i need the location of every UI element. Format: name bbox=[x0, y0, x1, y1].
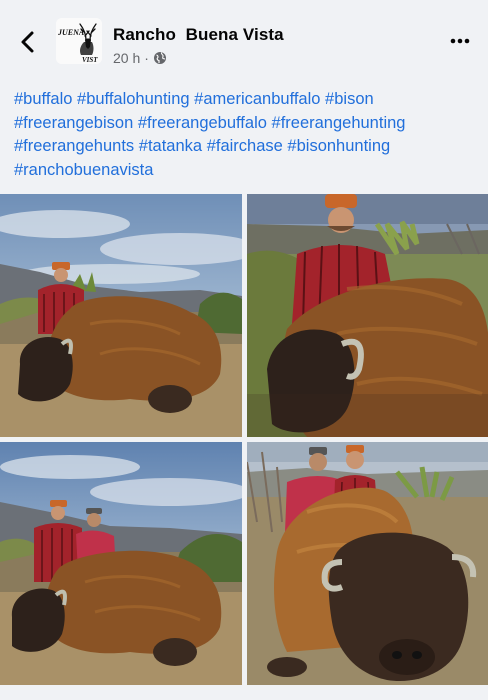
hashtag[interactable]: #ranchobuenavista bbox=[14, 161, 153, 179]
back-button[interactable] bbox=[18, 30, 38, 54]
hashtag[interactable]: #americanbuffalo bbox=[194, 90, 320, 108]
post-timestamp[interactable]: 20 h bbox=[113, 50, 140, 66]
hashtag[interactable]: #freerangebison bbox=[14, 114, 133, 132]
ranch-logo-icon: JUENA VIST bbox=[56, 18, 102, 64]
page-avatar[interactable]: JUENA VIST bbox=[56, 18, 102, 64]
hashtag[interactable]: #buffalo bbox=[14, 90, 72, 108]
photo-hunter-with-bison-closeup[interactable] bbox=[247, 194, 488, 437]
hashtag[interactable]: #fairchase bbox=[207, 137, 283, 155]
photo-two-hunters-with-bison[interactable] bbox=[0, 442, 242, 685]
logo-text-top: JUENA bbox=[57, 28, 85, 37]
photo-hunter-with-bison-1[interactable] bbox=[0, 194, 242, 437]
hashtag[interactable]: #bison bbox=[325, 90, 374, 108]
globe-icon[interactable] bbox=[153, 51, 167, 65]
hashtag[interactable]: #tatanka bbox=[139, 137, 202, 155]
post-meta: 20 h · bbox=[113, 50, 167, 66]
photo-two-hunters-behind-bison[interactable] bbox=[247, 442, 488, 685]
post-caption: #buffalo #buffalohunting #americanbuffal… bbox=[14, 88, 479, 182]
meta-separator: · bbox=[144, 50, 149, 66]
hashtag[interactable]: #freerangebuffalo bbox=[138, 114, 267, 132]
hashtag[interactable]: #buffalohunting bbox=[77, 90, 190, 108]
hashtag[interactable]: #freerangehunting bbox=[272, 114, 406, 132]
hashtag[interactable]: #freerangehunts bbox=[14, 137, 134, 155]
hashtag[interactable]: #bisonhunting bbox=[287, 137, 390, 155]
post-header: JUENA VIST Rancho Buena Vista 20 h · bbox=[0, 0, 488, 82]
page-name[interactable]: Rancho Buena Vista bbox=[113, 25, 284, 45]
more-options-button[interactable] bbox=[449, 34, 471, 48]
logo-text-bottom: VIST bbox=[82, 56, 98, 64]
